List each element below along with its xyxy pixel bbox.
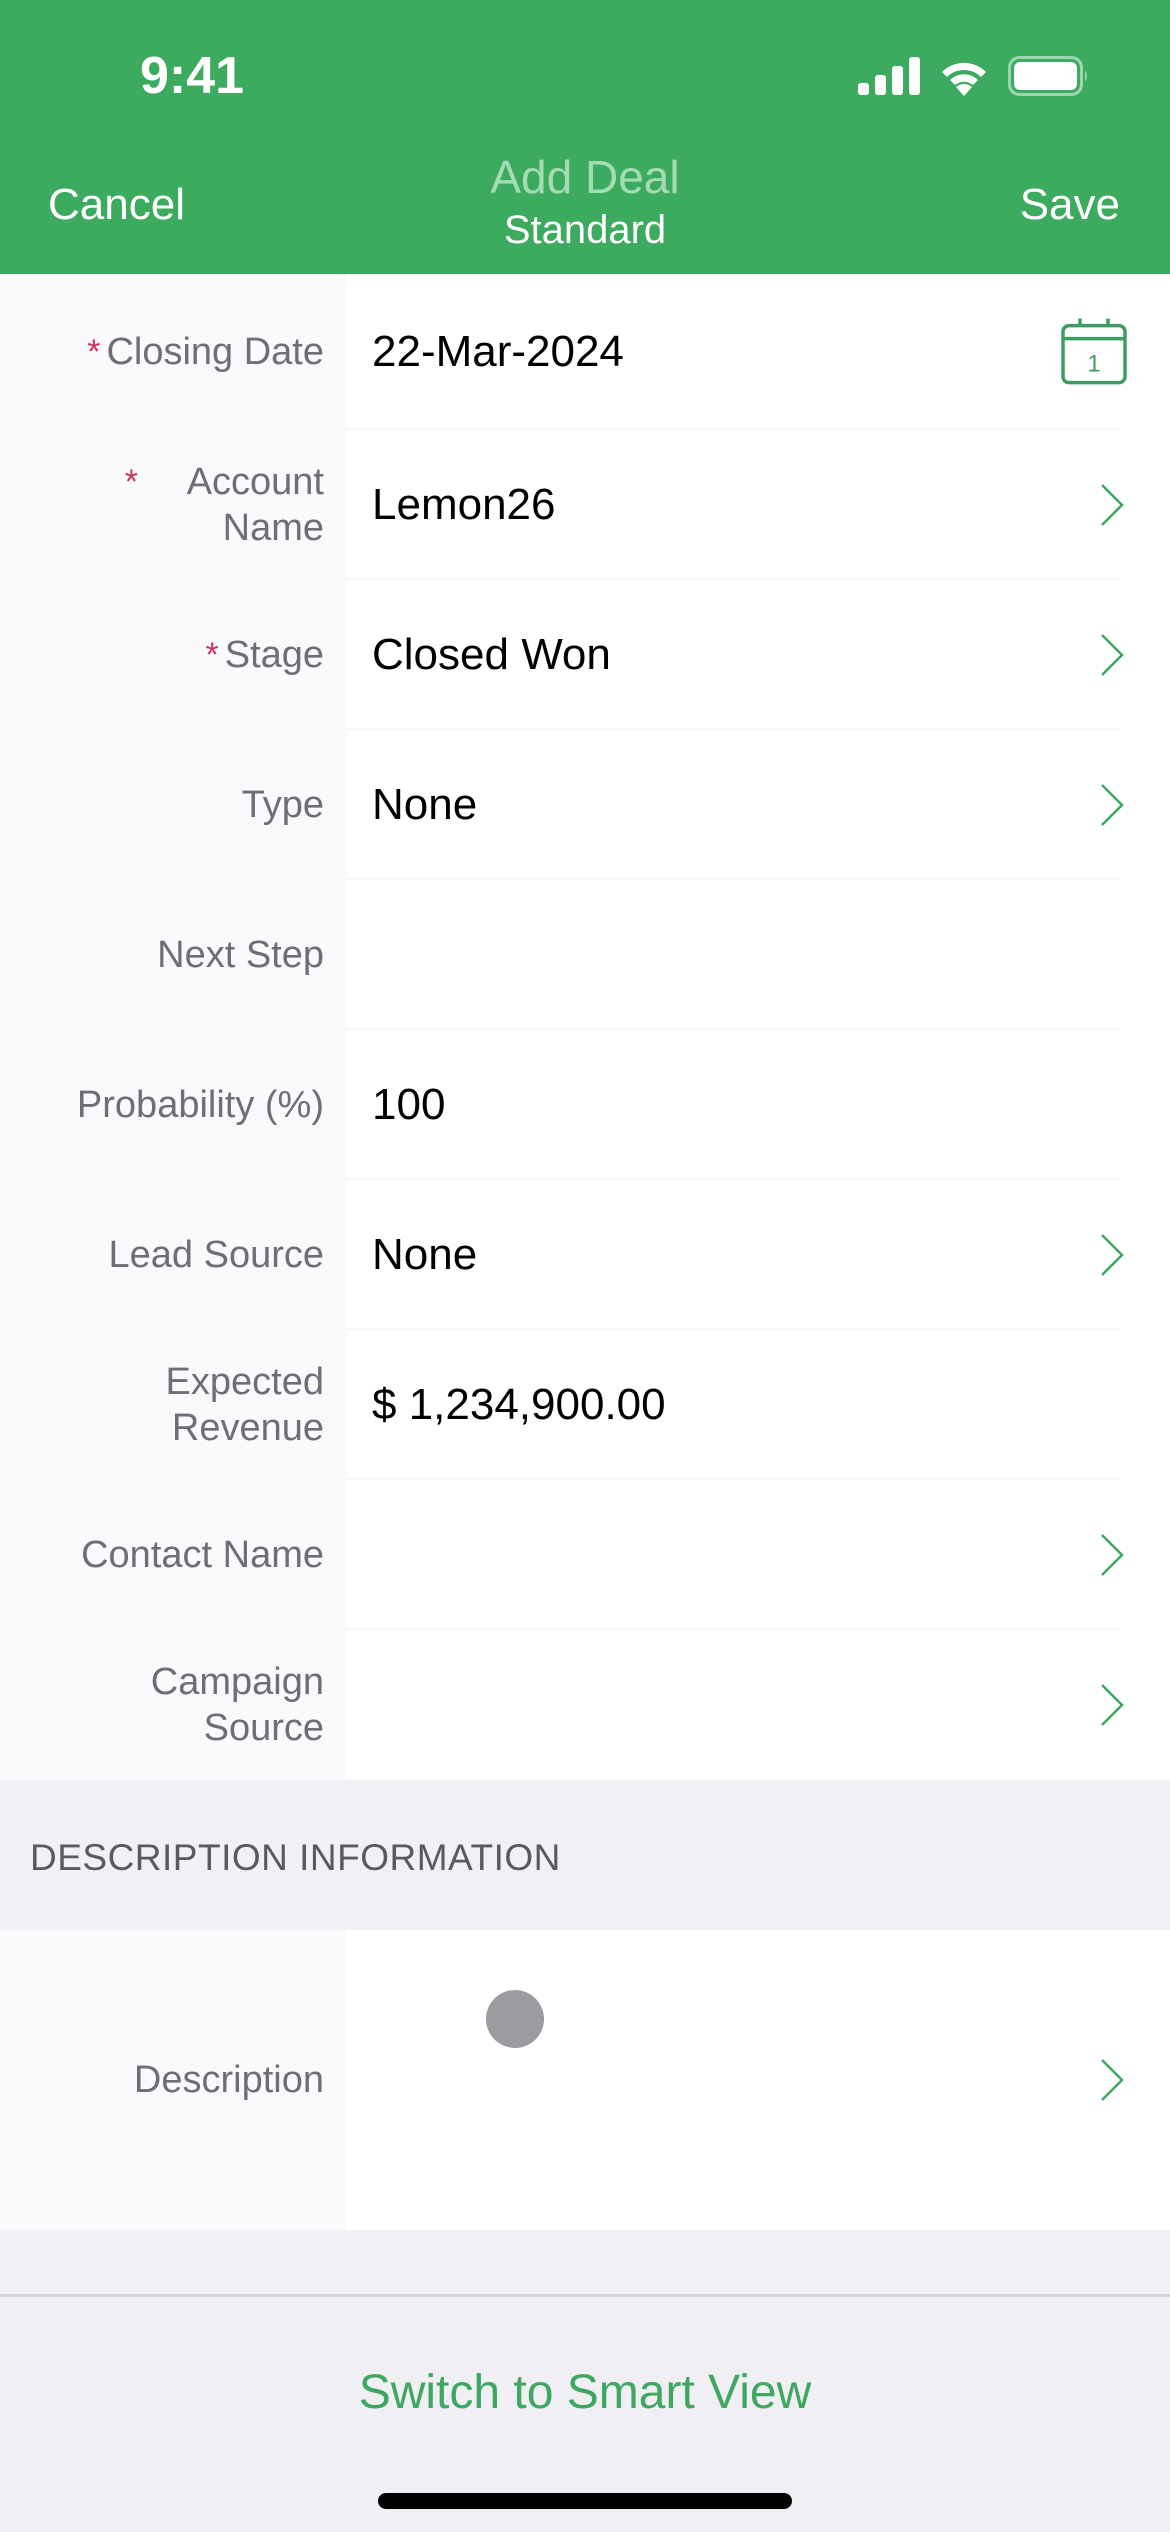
field-label-text: Stage <box>224 634 324 676</box>
field-row-description[interactable]: Description <box>0 1930 1170 2230</box>
field-row-contact-name[interactable]: Contact Name <box>0 1480 1170 1630</box>
field-label: * Account Name <box>0 430 346 580</box>
chevron-right-icon[interactable] <box>1098 482 1126 528</box>
bottom-toolbar: Switch to Smart View <box>0 2294 1170 2532</box>
page-title: Add Deal <box>490 151 680 203</box>
chevron-right-icon[interactable] <box>1098 1682 1126 1728</box>
switch-to-smart-view-button[interactable]: Switch to Smart View <box>0 2365 1170 2420</box>
chevron-right-icon[interactable] <box>1098 1532 1126 1578</box>
chevron-right-icon[interactable] <box>1098 1232 1126 1278</box>
required-marker: * <box>87 333 101 371</box>
field-value: Lemon26 <box>372 480 556 529</box>
probability-input[interactable]: 100 <box>346 1030 1170 1180</box>
field-label-text: Campaign Source <box>150 1661 324 1749</box>
type-field[interactable]: None <box>346 730 1170 880</box>
deal-form: * Closing Date 22-Mar-2024 1 * Account Nam… <box>0 274 1170 2230</box>
expected-revenue-field: $ 1,234,900.00 <box>346 1330 1170 1480</box>
chevron-right-icon[interactable] <box>1098 2057 1126 2103</box>
required-marker: * <box>124 463 138 501</box>
field-label: Description <box>0 1930 346 2230</box>
field-value: 100 <box>372 1080 446 1129</box>
contact-name-field[interactable] <box>346 1480 1170 1630</box>
field-row-campaign-source[interactable]: Campaign Source <box>0 1630 1170 1780</box>
field-row-account-name[interactable]: * Account Name Lemon26 <box>0 430 1170 580</box>
field-label: Campaign Source <box>0 1630 346 1780</box>
field-label: * Closing Date <box>0 274 346 430</box>
description-field[interactable] <box>346 1930 1170 2230</box>
field-label: Lead Source <box>0 1180 346 1330</box>
layout-subtitle: Standard <box>503 208 667 252</box>
field-row-next-step[interactable]: Next Step <box>0 880 1170 1030</box>
field-value: Closed Won <box>372 630 611 679</box>
touch-indicator <box>486 1990 544 2048</box>
stage-field[interactable]: Closed Won <box>346 580 1170 730</box>
field-row-closing-date[interactable]: * Closing Date 22-Mar-2024 1 <box>0 274 1170 430</box>
required-marker: * <box>205 636 219 674</box>
wifi-icon <box>942 62 986 96</box>
account-name-field[interactable]: Lemon26 <box>346 430 1170 580</box>
status-time: 9:41 <box>140 47 245 105</box>
calendar-icon[interactable]: 1 <box>1060 317 1128 385</box>
chevron-right-icon[interactable] <box>1098 632 1126 678</box>
campaign-source-field[interactable] <box>346 1630 1170 1780</box>
home-indicator[interactable] <box>378 2493 792 2509</box>
field-value: 22-Mar-2024 <box>372 327 624 376</box>
field-value: None <box>372 780 478 829</box>
chevron-right-icon[interactable] <box>1098 782 1126 828</box>
field-value: $ 1,234,900.00 <box>372 1380 666 1429</box>
field-label: Probability (%) <box>0 1030 346 1180</box>
section-header-description: DESCRIPTION INFORMATION <box>0 1780 1170 1930</box>
field-row-lead-source[interactable]: Lead Source None <box>0 1180 1170 1330</box>
field-label-text: Account Name <box>186 461 324 549</box>
field-row-stage[interactable]: * Stage Closed Won <box>0 580 1170 730</box>
field-row-expected-revenue: Expected Revenue $ 1,234,900.00 <box>0 1330 1170 1480</box>
field-label: * Stage <box>0 580 346 730</box>
field-label: Next Step <box>0 880 346 1030</box>
calendar-day-text: 1 <box>1087 351 1100 378</box>
navigation-header: 9:41 Cancel Add Deal Standard Save <box>0 0 1170 274</box>
field-label: Type <box>0 730 346 880</box>
field-label-text: Expected Revenue <box>165 1361 324 1449</box>
battery-icon <box>1008 56 1087 96</box>
closing-date-field[interactable]: 22-Mar-2024 1 <box>346 274 1170 430</box>
field-label-text: Closing Date <box>106 331 324 373</box>
save-button[interactable]: Save <box>1020 180 1120 230</box>
status-icons <box>858 56 1090 96</box>
cellular-signal-icon <box>858 57 920 95</box>
lead-source-field[interactable]: None <box>346 1180 1170 1330</box>
field-label: Contact Name <box>0 1480 346 1630</box>
field-row-probability[interactable]: Probability (%) 100 <box>0 1030 1170 1180</box>
field-row-type[interactable]: Type None <box>0 730 1170 880</box>
next-step-input[interactable] <box>346 880 1170 1030</box>
field-value: None <box>372 1230 478 1279</box>
field-label: Expected Revenue <box>0 1330 346 1480</box>
